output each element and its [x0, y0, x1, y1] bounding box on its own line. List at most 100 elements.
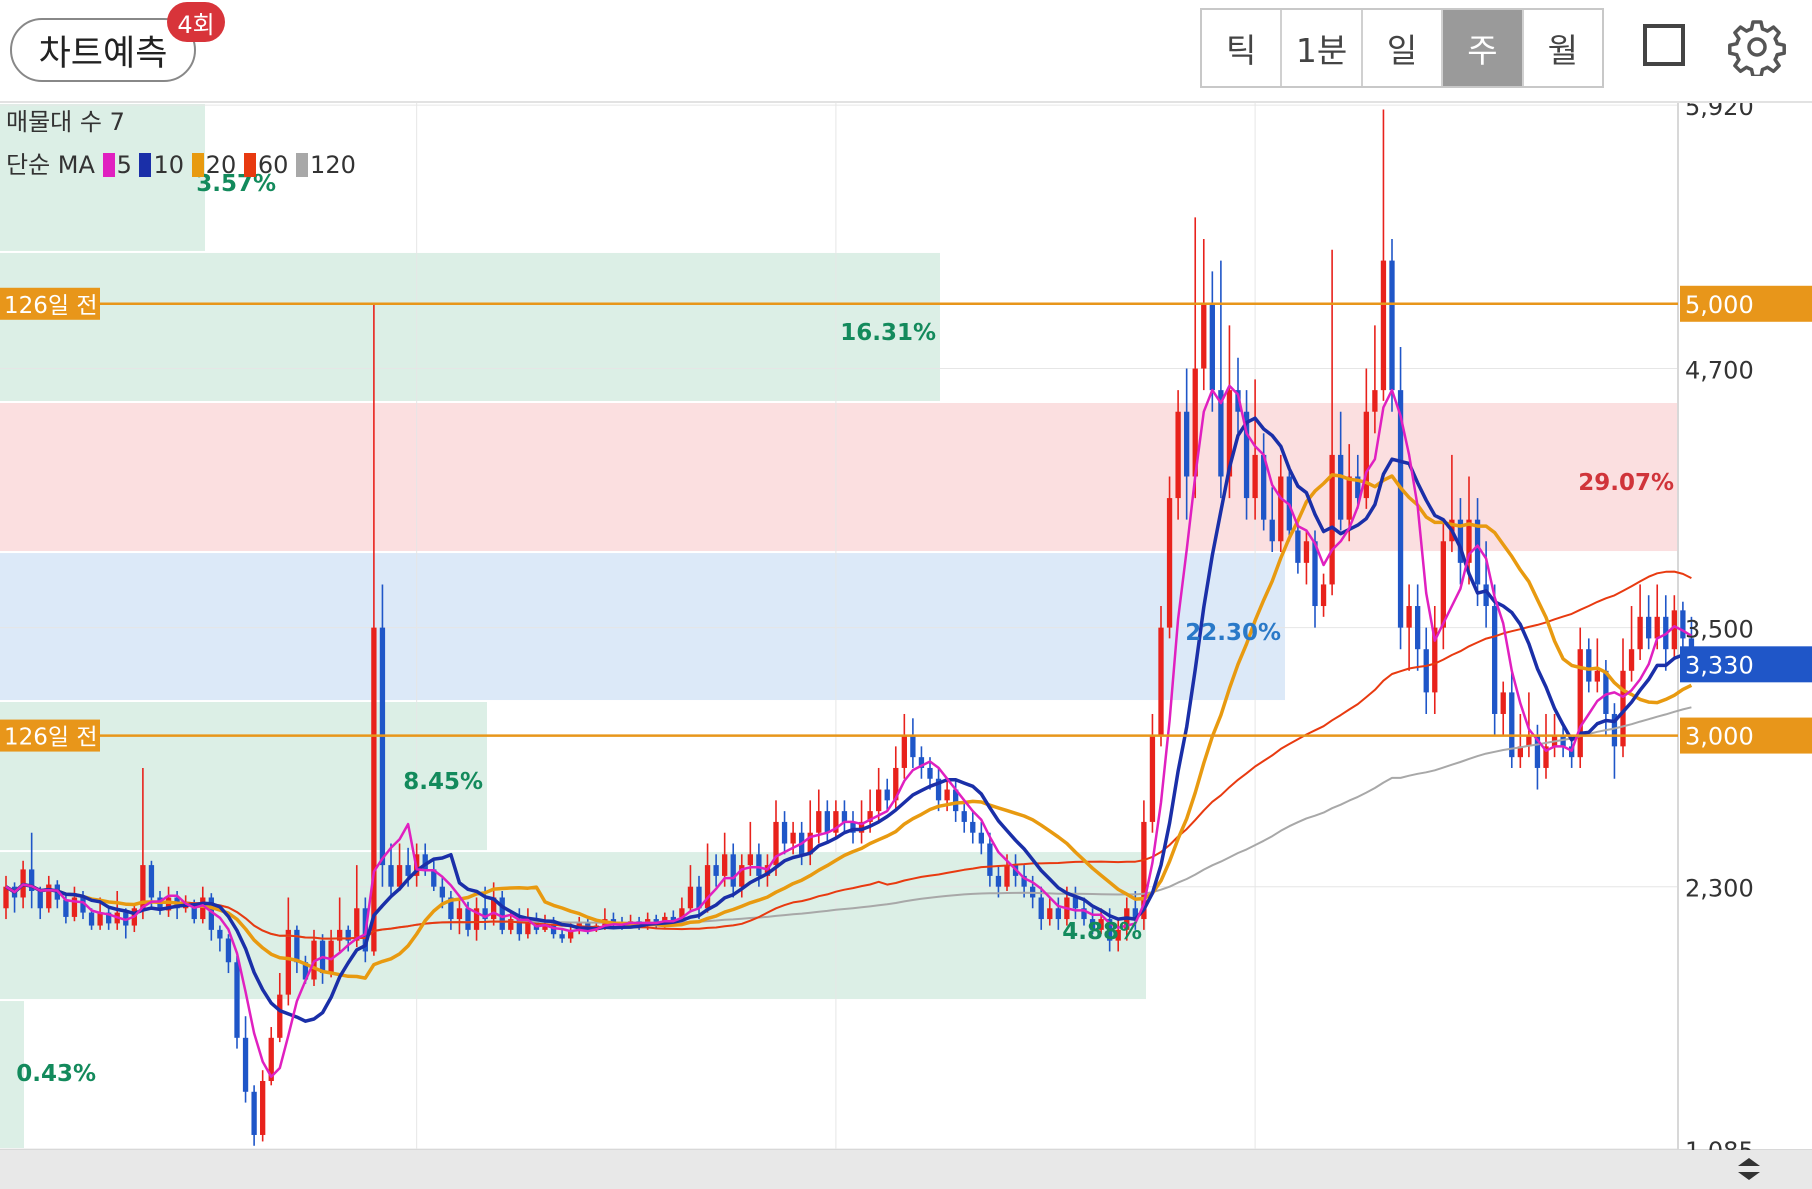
- candle-body: [294, 929, 300, 963]
- candle-body: [277, 994, 283, 1038]
- y-tick-label: 4,700: [1685, 357, 1754, 385]
- current-price-value: 3,330: [1685, 651, 1754, 679]
- volume-zone: [0, 553, 1285, 701]
- candle-body: [824, 811, 830, 833]
- candle-body: [1380, 260, 1387, 391]
- candle-body: [1252, 454, 1258, 499]
- candle-body: [225, 938, 232, 963]
- candle-body: [465, 908, 471, 930]
- candle-body: [1594, 670, 1600, 682]
- candle-body: [1637, 616, 1643, 650]
- ma20-swatch: [191, 153, 204, 177]
- candle-body: [910, 735, 916, 758]
- period-tab-day[interactable]: 일: [1363, 10, 1444, 86]
- price-chart[interactable]: 126일 전 5,000126일 전 3,0003,330 3.57%16.31%2…: [0, 103, 1812, 1189]
- volume-zone: [0, 403, 1678, 552]
- ma10-swatch: [139, 153, 152, 177]
- candle-body: [790, 832, 796, 844]
- candle-body: [1646, 616, 1652, 639]
- ma5-swatch: [102, 153, 115, 177]
- candle-body: [687, 886, 694, 909]
- candle-body: [1372, 390, 1378, 412]
- candle-body: [1184, 411, 1190, 477]
- candle-body: [816, 811, 822, 833]
- candle-body: [1166, 498, 1173, 628]
- candle-body: [722, 854, 728, 876]
- candle-body: [1415, 606, 1421, 650]
- candle-body: [1209, 303, 1215, 391]
- candle-body: [1295, 530, 1301, 563]
- period-selector: 틱 1분 일 주 월: [1200, 8, 1604, 88]
- candle-body: [1269, 519, 1275, 542]
- candle-body: [978, 832, 984, 844]
- candle-body: [995, 875, 1002, 887]
- reference-price-value: 3,000: [1685, 723, 1754, 751]
- candle-body: [747, 854, 753, 866]
- candle-body: [148, 865, 155, 898]
- predict-count-badge: 4회: [167, 2, 225, 42]
- candle-body: [456, 908, 463, 920]
- candle-body: [944, 789, 950, 801]
- ma5-label: 5: [116, 151, 132, 179]
- candle-body: [251, 1091, 257, 1135]
- ma60-swatch: [243, 153, 256, 177]
- period-tab-week[interactable]: 주: [1443, 10, 1524, 86]
- candle-body: [1320, 584, 1327, 607]
- candle-body: [1072, 897, 1079, 909]
- candle-body: [1423, 649, 1429, 693]
- candle-body: [1201, 303, 1207, 369]
- bottom-scroll-bar[interactable]: [0, 1150, 1812, 1189]
- candle-body: [1346, 476, 1352, 520]
- candle-body: [730, 854, 736, 887]
- candle-body: [1278, 476, 1284, 542]
- volume-zone-label: 0.43%: [16, 1061, 96, 1087]
- ma120-label: 120: [310, 151, 356, 179]
- candle-body: [388, 865, 394, 887]
- legend-volume-profile: 매물대 수 7: [6, 108, 125, 136]
- candle-body: [234, 962, 240, 1038]
- candle-body: [1654, 616, 1660, 639]
- candle-body: [1047, 908, 1053, 920]
- candle-body: [1474, 519, 1481, 585]
- ma10-label: 10: [153, 151, 185, 179]
- volume-zone-label: 8.45%: [403, 769, 483, 795]
- candle-body: [987, 843, 993, 876]
- ma120-swatch: [296, 153, 309, 177]
- volume-zone-label: 22.30%: [1185, 620, 1281, 646]
- chart-predict-label: 차트예측: [38, 33, 168, 74]
- volume-zone-label: 16.31%: [840, 320, 936, 346]
- candle-body: [781, 821, 788, 844]
- y-tick-label: 5,920: [1685, 103, 1754, 121]
- candle-body: [1440, 541, 1446, 628]
- ma60-label: 60: [257, 151, 289, 179]
- candle-body: [260, 1080, 266, 1135]
- reference-price-value: 5,000: [1685, 291, 1754, 319]
- candle-body: [371, 627, 377, 952]
- period-tab-1min[interactable]: 1분: [1282, 10, 1363, 86]
- candle-body: [1492, 606, 1498, 714]
- legend-ma-prefix: 단순 MA: [6, 151, 95, 179]
- fullscreen-square-icon[interactable]: [1643, 24, 1685, 66]
- candle-body: [901, 735, 907, 768]
- candle-body: [841, 811, 848, 822]
- reference-line-label: 126일 전: [4, 725, 98, 751]
- candle-body: [242, 1037, 249, 1092]
- volume-zone-label: 29.07%: [1578, 470, 1674, 496]
- period-tab-month[interactable]: 월: [1524, 10, 1602, 86]
- candle-body: [927, 767, 933, 779]
- candle-body: [1671, 610, 1677, 650]
- candle-body: [1500, 692, 1506, 714]
- y-tick-label: 3,500: [1685, 616, 1754, 644]
- candle-body: [1628, 649, 1635, 671]
- candle-body: [88, 912, 95, 926]
- resize-handle-icon[interactable]: [1734, 1154, 1764, 1184]
- candle-body: [63, 899, 69, 917]
- candle-body: [713, 865, 719, 876]
- candle-body: [1004, 865, 1010, 887]
- candle-body: [439, 886, 445, 898]
- period-tab-tick[interactable]: 틱: [1202, 10, 1283, 86]
- reference-line-label: 126일 전: [4, 293, 98, 319]
- gear-icon[interactable]: [1728, 18, 1786, 76]
- candle-body: [354, 908, 360, 941]
- ma20-label: 20: [205, 151, 237, 179]
